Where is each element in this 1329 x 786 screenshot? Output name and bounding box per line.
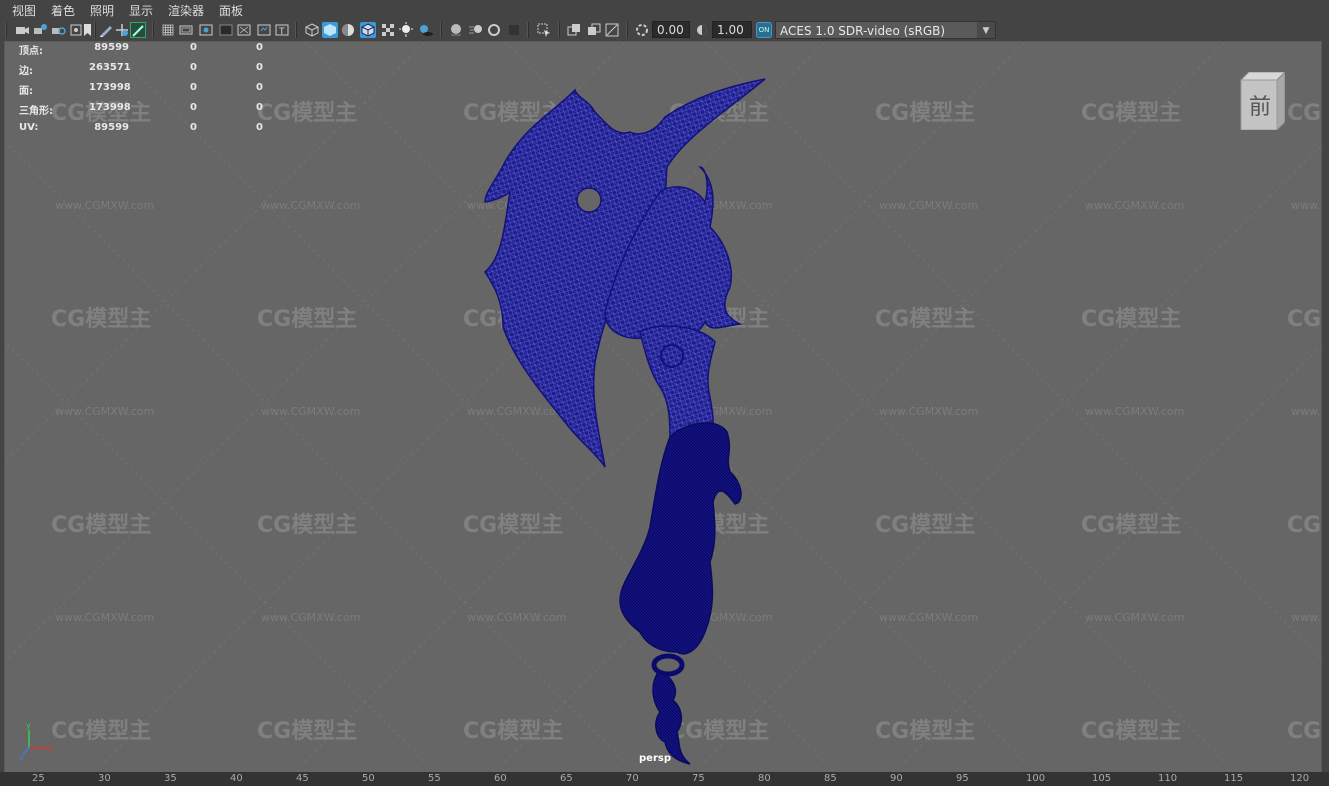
ruler-tick: 110 xyxy=(1158,773,1178,784)
grease-pencil-icon[interactable] xyxy=(98,22,114,38)
xray-icon[interactable] xyxy=(566,22,582,38)
grid-icon[interactable] xyxy=(160,22,176,38)
exposure-field[interactable]: 0.00 xyxy=(652,21,690,38)
ruler-tick: 70 xyxy=(626,773,639,784)
menu-lighting[interactable]: 照明 xyxy=(90,2,114,19)
pommel-tail xyxy=(652,673,691,765)
film-gate-icon[interactable] xyxy=(178,22,194,38)
menu-panels[interactable]: 面板 xyxy=(219,2,243,19)
gate-mask-icon[interactable] xyxy=(218,22,234,38)
camera-bookmark-icon[interactable] xyxy=(50,22,66,38)
menu-view[interactable]: 视图 xyxy=(12,2,36,19)
toolbar-separator xyxy=(527,22,529,38)
ruler-tick: 30 xyxy=(98,773,111,784)
svg-text:T: T xyxy=(278,27,285,37)
ruler-tick: 60 xyxy=(494,773,507,784)
axe-grip xyxy=(619,422,742,655)
pommel-ring xyxy=(651,653,685,677)
toolbar-separator xyxy=(440,22,442,38)
viewport-toolbar: T 0.00 1.00 ON ACES 1.0 SDR-video (sRGB)… xyxy=(0,19,1329,41)
toolbar-separator xyxy=(5,22,7,38)
textured-icon[interactable] xyxy=(380,22,396,38)
ruler-tick: 115 xyxy=(1224,773,1244,784)
draw-icon[interactable] xyxy=(130,22,146,38)
toolbar-separator xyxy=(152,22,154,38)
backface-culling-icon[interactable] xyxy=(604,22,620,38)
2d-pan-zoom-icon[interactable] xyxy=(114,22,130,38)
gamma-field[interactable]: 1.00 xyxy=(712,21,752,38)
ruler-tick: 80 xyxy=(758,773,771,784)
chevron-down-icon: ▼ xyxy=(977,22,995,38)
safe-action-icon[interactable] xyxy=(256,22,272,38)
ruler-tick: 50 xyxy=(362,773,375,784)
camera-attributes-icon[interactable] xyxy=(32,22,48,38)
ruler-tick: 105 xyxy=(1092,773,1112,784)
ruler-tick: 35 xyxy=(164,773,177,784)
toolbar-separator xyxy=(94,22,96,38)
viewport-menu-bar: 视图 着色 照明 显示 渲染器 面板 xyxy=(0,0,1329,19)
multisample-aa-icon[interactable] xyxy=(486,22,502,38)
menu-show[interactable]: 显示 xyxy=(129,2,153,19)
isolate-select-icon[interactable] xyxy=(536,22,552,38)
axis-gizmo: y x z xyxy=(19,722,53,762)
smooth-shade-all-icon[interactable] xyxy=(322,22,338,38)
ruler-tick: 95 xyxy=(956,773,969,784)
axis-z-label: z xyxy=(19,753,23,762)
axis-x-label: x xyxy=(48,743,53,752)
shadows-icon[interactable] xyxy=(418,22,434,38)
ruler-tick: 85 xyxy=(824,773,837,784)
ruler-tick: 65 xyxy=(560,773,573,784)
toolbar-separator xyxy=(295,22,297,38)
use-all-lights-icon[interactable] xyxy=(398,22,414,38)
axe-mesh-model[interactable] xyxy=(5,42,1321,772)
handle-rivet xyxy=(660,344,684,368)
ruler-tick: 100 xyxy=(1026,773,1046,784)
menu-shading[interactable]: 着色 xyxy=(51,2,75,19)
ruler-tick: 120 xyxy=(1290,773,1310,784)
view-transform-dropdown[interactable]: ACES 1.0 SDR-video (sRGB) ▼ xyxy=(775,21,996,39)
screen-space-ao-icon[interactable] xyxy=(448,22,464,38)
view-cube[interactable]: 前 xyxy=(1237,70,1287,132)
camera-name-label: persp xyxy=(639,753,671,764)
resolution-gate-icon[interactable] xyxy=(198,22,214,38)
ruler-tick: 55 xyxy=(428,773,441,784)
wireframe-on-shaded-icon[interactable] xyxy=(360,22,376,38)
toolbar-separator xyxy=(626,22,628,38)
wireframe-icon[interactable] xyxy=(304,22,320,38)
field-chart-icon[interactable] xyxy=(236,22,252,38)
xray-joints-icon[interactable] xyxy=(586,22,602,38)
axis-y-label: y xyxy=(26,722,31,730)
safe-title-icon[interactable]: T xyxy=(274,22,290,38)
view-cube-face-label: 前 xyxy=(1248,95,1271,120)
ruler-tick: 40 xyxy=(230,773,243,784)
ruler-tick: 75 xyxy=(692,773,705,784)
3d-viewport[interactable]: CG模型主 CG模型主 CG模型主 CG模型主 CG模型主 CG模型主 CG模型… xyxy=(4,41,1322,773)
menu-renderer[interactable]: 渲染器 xyxy=(168,2,204,19)
view-transform-value: ACES 1.0 SDR-video (sRGB) xyxy=(780,24,946,38)
time-slider-ruler[interactable]: 25 30 35 40 45 50 55 60 65 70 75 80 85 9… xyxy=(0,772,1329,786)
use-default-material-icon[interactable] xyxy=(340,22,356,38)
ruler-tick: 25 xyxy=(32,773,45,784)
ruler-tick: 90 xyxy=(890,773,903,784)
exposure-icon[interactable] xyxy=(634,22,650,38)
depth-of-field-icon[interactable] xyxy=(506,22,522,38)
toolbar-separator xyxy=(558,22,560,38)
select-camera-icon[interactable] xyxy=(14,22,30,38)
motion-blur-icon[interactable] xyxy=(468,22,484,38)
color-management-toggle[interactable]: ON xyxy=(756,22,772,38)
ruler-tick: 45 xyxy=(296,773,309,784)
gamma-icon[interactable] xyxy=(694,22,710,38)
